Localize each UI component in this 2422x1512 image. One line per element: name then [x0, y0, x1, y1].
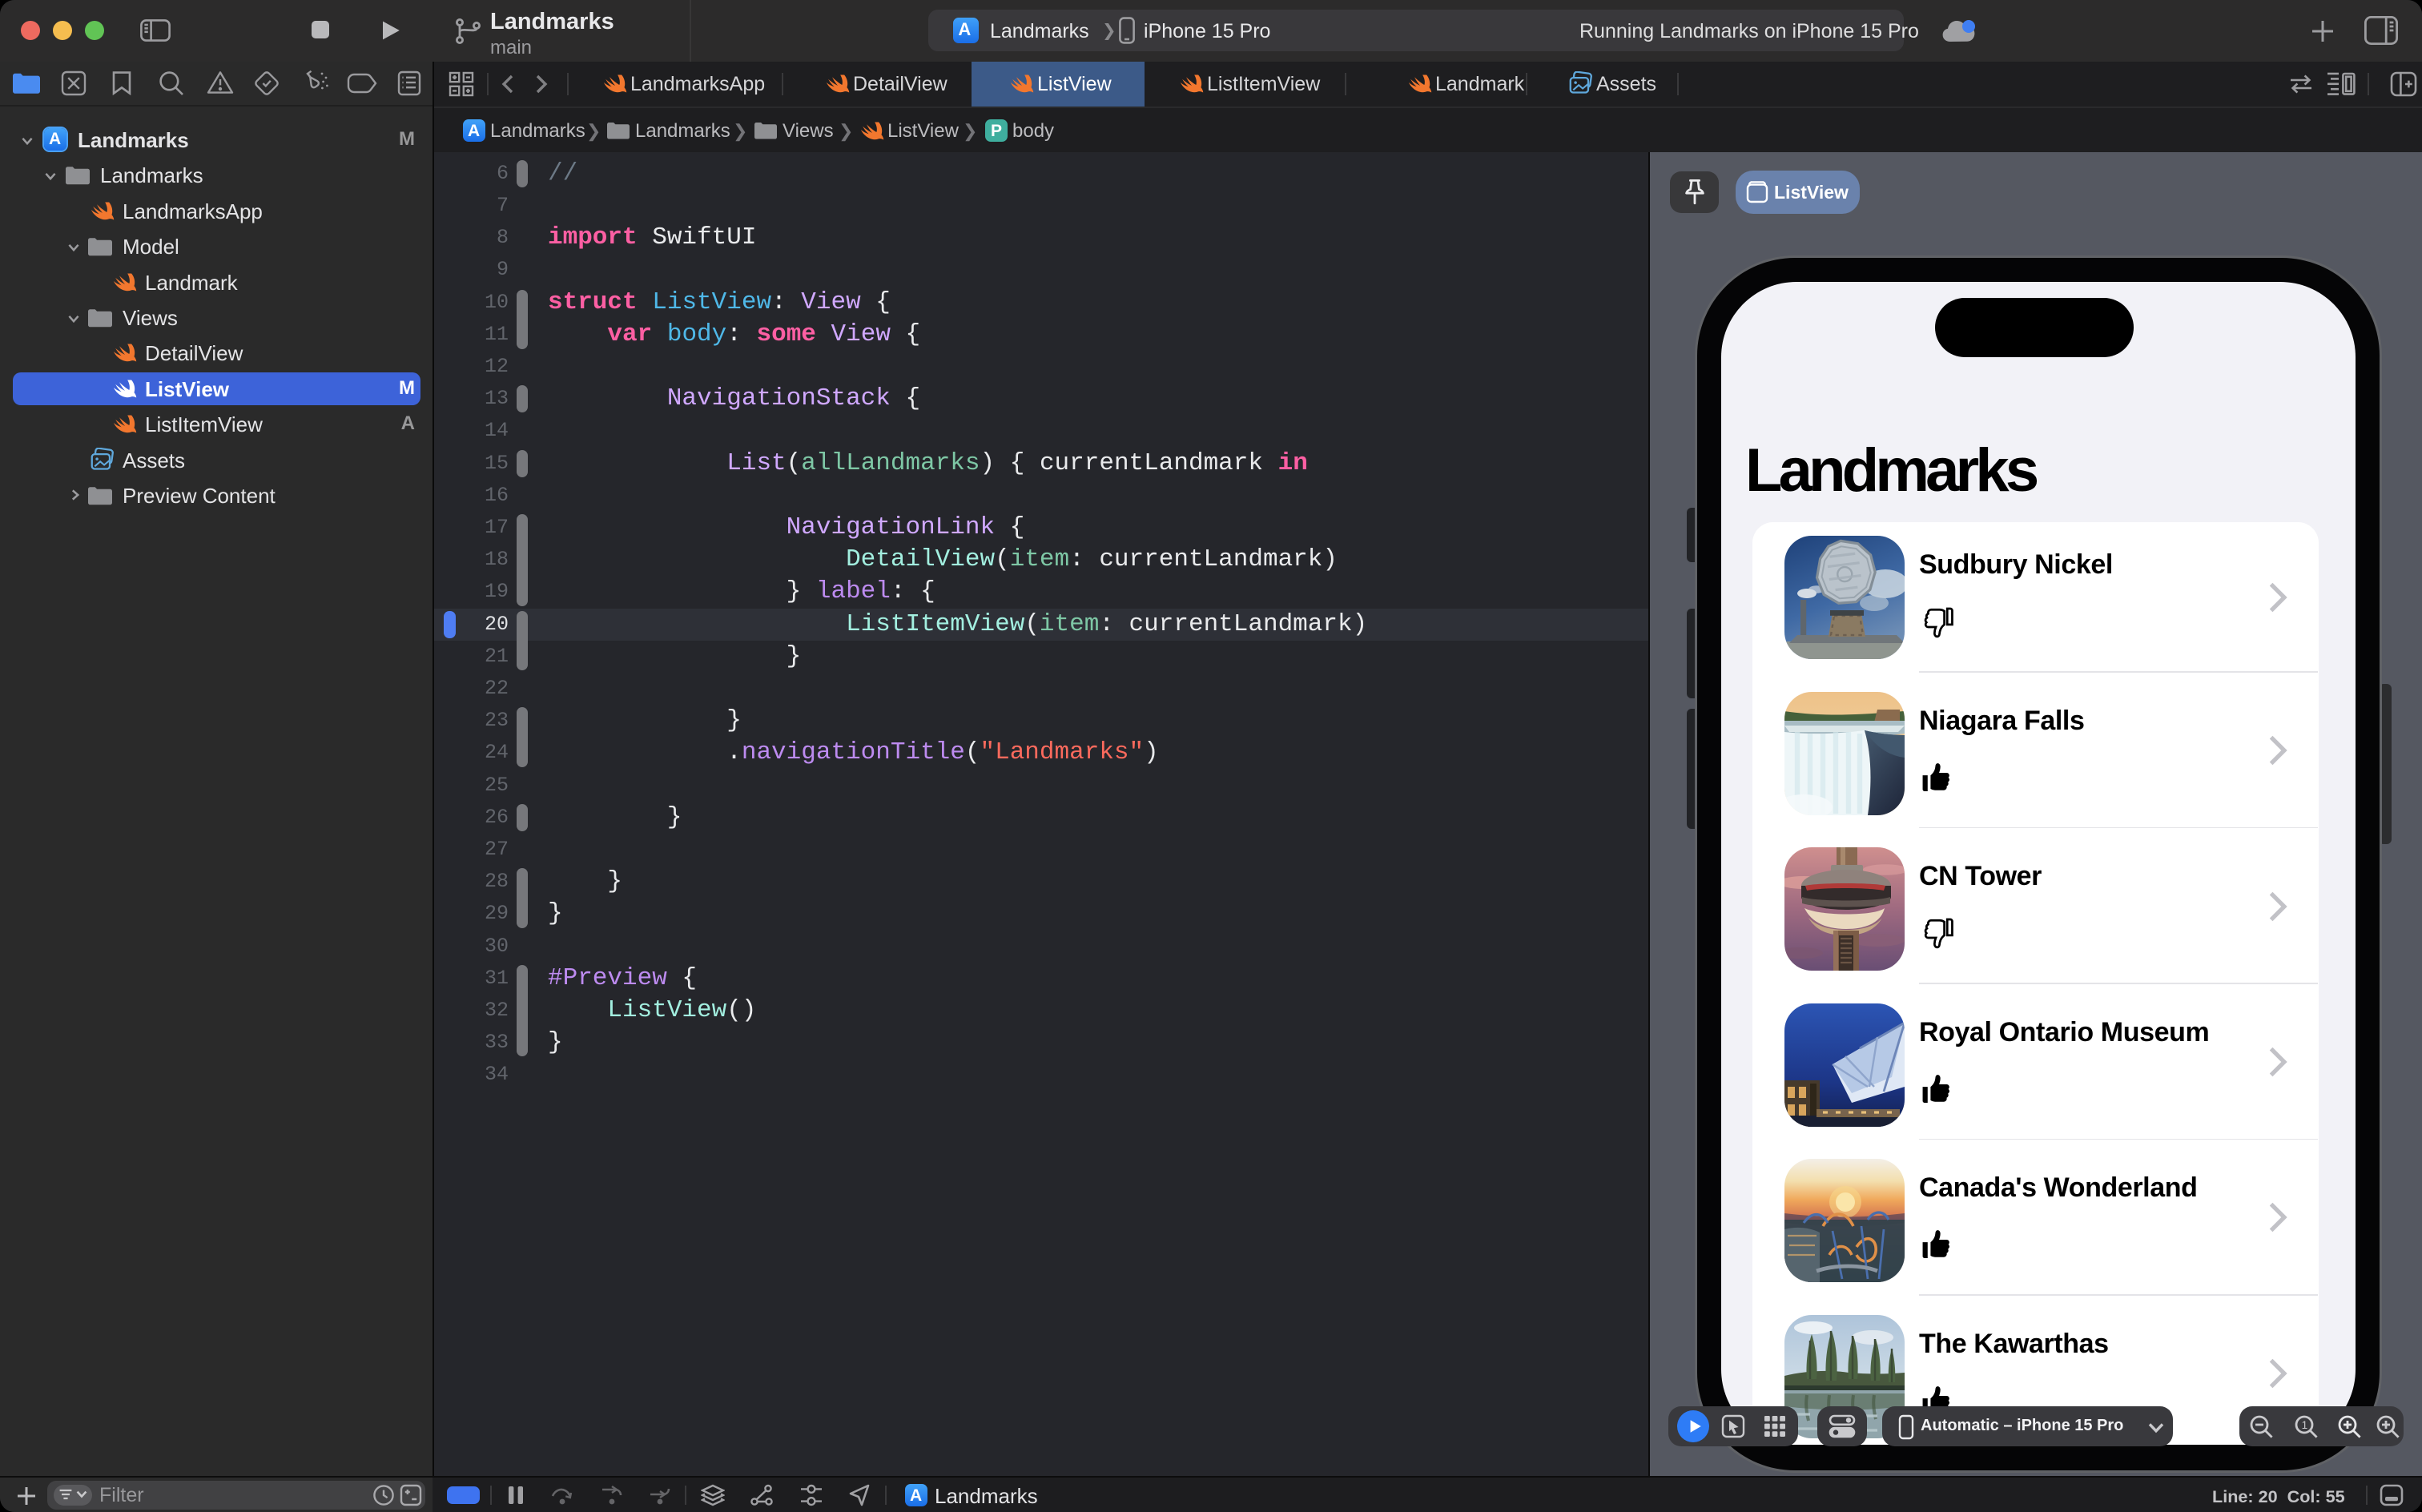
svg-text:1: 1	[2302, 1419, 2308, 1431]
